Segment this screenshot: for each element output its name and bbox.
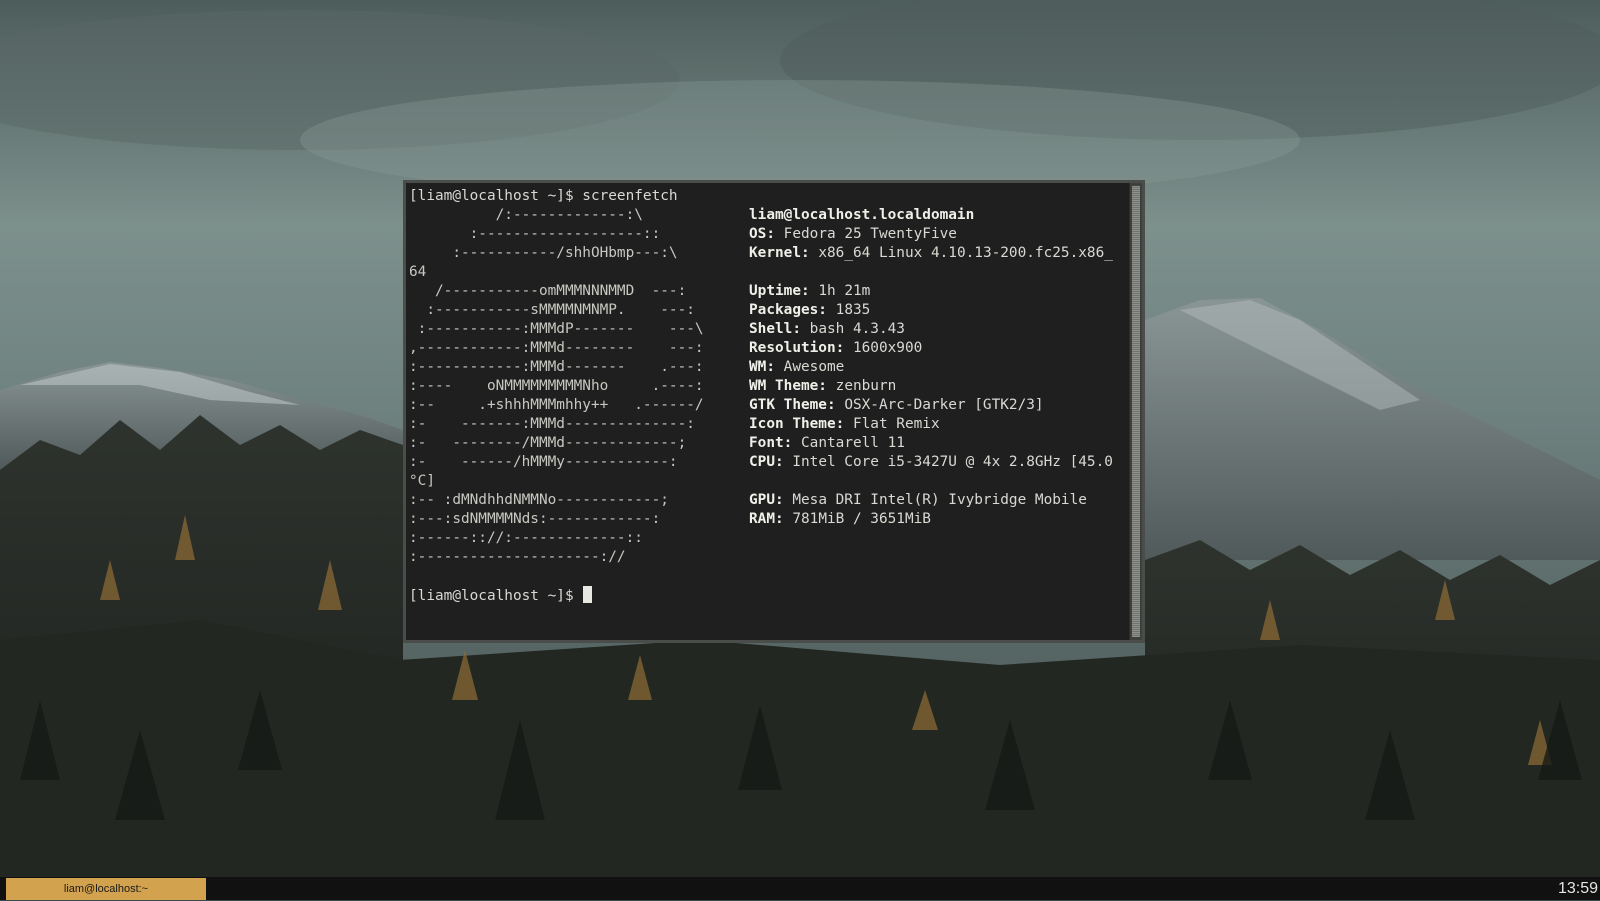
- ascii-art-line: ,------------:MMMd-------- ---:: [409, 340, 704, 356]
- ascii-art-line: :-------------------::: [409, 226, 661, 242]
- terminal-content[interactable]: [liam@localhost ~]$ screenfetch /:------…: [409, 187, 1127, 637]
- clock[interactable]: 13:59: [1558, 877, 1598, 900]
- info-kernel: Kernel: x86_64 Linux 4.10.13-200.fc25.x8…: [749, 245, 1113, 261]
- info-wm-theme: WM Theme: zenburn: [749, 378, 897, 394]
- ascii-art-line: :-----------:MMMdP------- ---\: [409, 321, 704, 337]
- ascii-art-line: :---- oNMMMMMMMMMNho .----:: [409, 378, 704, 394]
- info-gpu: GPU: Mesa DRI Intel(R) Ivybridge Mobile: [749, 492, 1087, 508]
- info-ram: RAM: 781MiB / 3651MiB: [749, 511, 931, 527]
- ascii-art-line: 64: [409, 264, 427, 280]
- ascii-art-line: :- ------/hMMMy------------:: [409, 454, 678, 470]
- info-resolution: Resolution: 1600x900: [749, 340, 923, 356]
- ascii-art-line: :------:://:-------------::: [409, 530, 643, 546]
- shell-prompt[interactable]: [liam@localhost ~]$: [409, 586, 593, 605]
- prompt-command-line: [liam@localhost ~]$ screenfetch: [409, 188, 678, 204]
- info-shell: Shell: bash 4.3.43: [749, 321, 905, 337]
- ascii-art-line: :------------:MMMd------- .---:: [409, 359, 704, 375]
- ascii-art-line: :-- .+shhhMMMmhhy++ .------/: [409, 397, 704, 413]
- taskbar: liam@localhost:~ 13:59: [0, 877, 1600, 900]
- ascii-art-line: :---------------------://: [409, 549, 626, 565]
- scrollbar-thumb[interactable]: [1132, 186, 1140, 637]
- info-wm: WM: Awesome: [749, 359, 845, 375]
- ascii-art-line: :-----------sMMMMNMNMP. ---:: [409, 302, 695, 318]
- ascii-art-line: :-----------/shhOHbmp---:\: [409, 245, 678, 261]
- info-icon-theme: Icon Theme: Flat Remix: [749, 416, 940, 432]
- ascii-art-line: °C]: [409, 473, 435, 489]
- info-packages: Packages: 1835: [749, 302, 871, 318]
- ascii-art-line: /:-------------:\: [409, 207, 643, 223]
- info-uptime: Uptime: 1h 21m: [749, 283, 871, 299]
- ascii-art-line: :-- :dMNdhhdNMMNo------------;: [409, 492, 669, 508]
- text-cursor: [583, 586, 593, 603]
- ascii-art-line: :- --------/MMMd-------------;: [409, 435, 687, 451]
- terminal-window[interactable]: [liam@localhost ~]$ screenfetch /:------…: [403, 180, 1145, 643]
- ascii-art-line: :---:sdNMMMMNds:------------:: [409, 511, 661, 527]
- taskbar-item-terminal[interactable]: liam@localhost:~: [6, 878, 206, 900]
- ascii-art-line: :- -------:MMMd--------------:: [409, 416, 695, 432]
- info-cpu: CPU: Intel Core i5-3427U @ 4x 2.8GHz [45…: [749, 454, 1113, 470]
- info-host: liam@localhost.localdomain: [749, 207, 975, 223]
- info-os: OS: Fedora 25 TwentyFive: [749, 226, 957, 242]
- info-gtk-theme: GTK Theme: OSX-Arc-Darker [GTK2/3]: [749, 397, 1044, 413]
- info-font: Font: Cantarell 11: [749, 435, 905, 451]
- ascii-art-line: /-----------omMMMNNNMMD ---:: [409, 283, 687, 299]
- terminal-scrollbar[interactable]: [1129, 183, 1142, 640]
